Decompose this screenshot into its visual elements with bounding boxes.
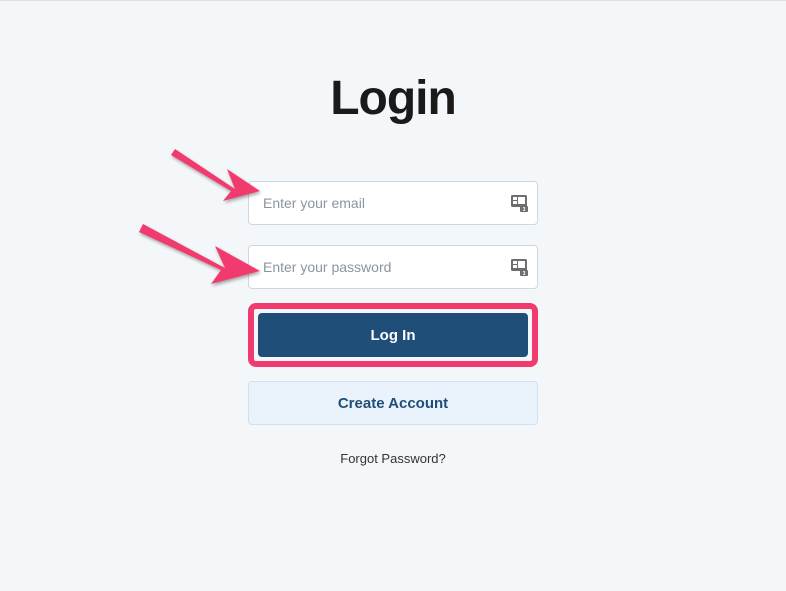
forgot-password-link[interactable]: Forgot Password? — [248, 451, 538, 466]
email-field[interactable] — [248, 181, 538, 225]
password-input-group: 3 — [248, 245, 538, 289]
login-button-highlight: Log In — [248, 303, 538, 367]
login-button[interactable]: Log In — [258, 313, 528, 357]
create-account-button[interactable]: Create Account — [248, 381, 538, 425]
password-field[interactable] — [248, 245, 538, 289]
login-page: Login 3 — [0, 1, 786, 466]
login-form: 3 3 Log In Create Account Forgot Pass — [248, 181, 538, 466]
page-title: Login — [330, 71, 456, 126]
email-input-group: 3 — [248, 181, 538, 225]
